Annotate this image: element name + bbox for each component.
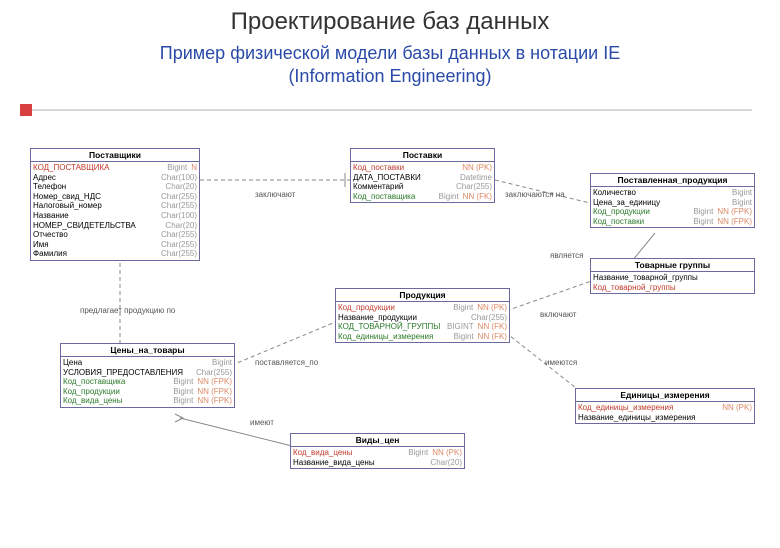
entity-title: Единицы_измерения — [576, 389, 754, 402]
accent-line — [32, 109, 752, 111]
accent-square — [20, 104, 32, 116]
entity-title: Продукция — [336, 289, 509, 302]
entity-prices: Цены_на_товары ЦенаBigint УСЛОВИЯ_ПРЕДОС… — [60, 343, 235, 408]
rel-label: включают — [540, 310, 576, 319]
entity-title: Товарные группы — [591, 259, 754, 272]
entity-suppliers: Поставщики КОД_ПОСТАВЩИКАBigintN АдресCh… — [30, 148, 200, 261]
entity-body: КОД_ПОСТАВЩИКАBigintN АдресChar(100) Тел… — [31, 162, 199, 260]
rel-label: имеются — [545, 358, 577, 367]
entity-title: Поставщики — [31, 149, 199, 162]
entity-title: Виды_цен — [291, 434, 464, 447]
entity-products: Продукция Код_продукцииBigintNN (PK) Наз… — [335, 288, 510, 343]
entity-product-groups: Товарные группы Название_товарной_группы… — [590, 258, 755, 294]
entity-price-types: Виды_цен Код_вида_ценыBigintNN (PK) Назв… — [290, 433, 465, 469]
entity-supplies: Поставки Код_поставкиNN (PK) ДАТА_ПОСТАВ… — [350, 148, 495, 203]
rel-label: поставляется_по — [255, 358, 318, 367]
rel-label: заключаются на — [505, 190, 565, 199]
rel-label: заключают — [255, 190, 295, 199]
entity-units: Единицы_измерения Код_единицы_измеренияN… — [575, 388, 755, 424]
entity-title: Поставки — [351, 149, 494, 162]
diagram-canvas: Поставщики КОД_ПОСТАВЩИКАBigintN АдресCh… — [0, 118, 780, 548]
rel-label: имеют — [250, 418, 274, 427]
entity-title: Поставленная_продукция — [591, 174, 754, 187]
entity-title: Цены_на_товары — [61, 344, 234, 357]
rel-label: предлагает продукцию по — [80, 306, 175, 315]
page-subtitle: Пример физической модели базы данных в н… — [0, 42, 780, 89]
page-title: Проектирование баз данных — [0, 8, 780, 36]
entity-supplied-products: Поставленная_продукция КоличествоBigint … — [590, 173, 755, 228]
rel-label: является — [550, 251, 584, 260]
